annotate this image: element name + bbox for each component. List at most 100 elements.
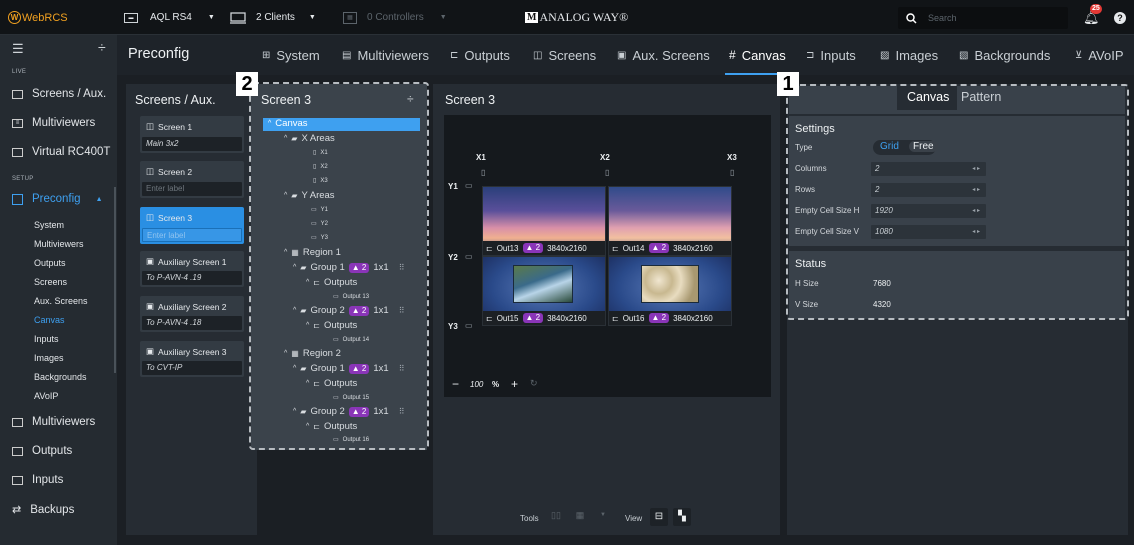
tile-output-name: Out15 xyxy=(496,313,519,323)
y-marker-icon[interactable]: ▭ xyxy=(465,181,473,190)
tile-resolution: 3840x2160 xyxy=(673,313,713,323)
brand-logo[interactable]: W WebRCS xyxy=(8,0,68,35)
output-icon: ⊏ xyxy=(486,243,493,253)
screen-card-2[interactable]: ◫ Screen 2 Enter label xyxy=(140,161,244,198)
highlight-frame-2 xyxy=(249,82,429,450)
preconfig-icon xyxy=(12,193,23,205)
sidebar-item-screens-aux[interactable]: Screens / Aux. xyxy=(12,88,106,100)
sidebar-sub-canvas[interactable]: Canvas xyxy=(34,315,65,325)
screen-card-label: Auxiliary Screen 1 xyxy=(158,256,227,267)
aux-screen-card-1[interactable]: ▣ Auxiliary Screen 1 To P-AVN-4 .19 xyxy=(140,251,244,287)
panel-title: Screens / Aux. xyxy=(135,93,216,107)
help-button[interactable]: ? xyxy=(1114,0,1126,35)
sidebar-item-label: Preconfig xyxy=(32,193,81,205)
screen-card-label: Screen 1 xyxy=(158,121,193,132)
x-marker-icon[interactable]: ▯ xyxy=(481,168,485,177)
sidebar-sub-outputs[interactable]: Outputs xyxy=(34,258,66,268)
sidebar-item-label: Virtual RC400T xyxy=(32,146,111,158)
sidebar-item-inputs[interactable]: Inputs xyxy=(12,474,63,486)
tab-label: Outputs xyxy=(464,47,510,63)
sidebar-item-label: Screens / Aux. xyxy=(32,88,107,100)
sidebar-scrollbar[interactable] xyxy=(114,187,116,373)
sidebar-sub-multiviewers[interactable]: Multiviewers xyxy=(34,239,84,249)
tab-images[interactable]: ▨ Images xyxy=(880,35,938,75)
output-icon xyxy=(12,446,23,456)
sidebar-item-multiviewers[interactable]: ≡ Multiviewers xyxy=(12,117,95,129)
logo-text: ANALOG WAY® xyxy=(539,10,629,24)
sidebar-sub-screens[interactable]: Screens xyxy=(34,277,67,287)
divide-icon[interactable]: ÷ xyxy=(98,39,106,55)
zoom-in-button[interactable]: + xyxy=(511,377,518,391)
y-marker-icon[interactable]: ▭ xyxy=(465,321,473,330)
sidebar-sub-inputs[interactable]: Inputs xyxy=(34,334,59,344)
sidebar-item-backups[interactable]: ⇄ Backups xyxy=(12,503,74,517)
aux-screen-icon: ▣ xyxy=(146,346,155,356)
search-placeholder: Search xyxy=(928,13,957,23)
output-tile-16[interactable]: ⊏ Out16 ▲ 2 3840x2160 xyxy=(608,256,732,326)
sidebar-sub-system[interactable]: System xyxy=(34,220,64,230)
screen-label-input[interactable]: To P-AVN-4 .18 xyxy=(142,316,242,330)
tool-2-icon[interactable]: ▦ xyxy=(572,510,588,524)
tab-outputs[interactable]: ⊏ Outputs xyxy=(450,35,510,75)
screen-card-1[interactable]: ◫ Screen 1 Main 3x2 xyxy=(140,116,244,153)
screen-label-input[interactable]: Enter label xyxy=(142,182,242,196)
layer-count-chip: ▲ 2 xyxy=(648,243,670,253)
clients-selector[interactable]: 2 Clients ▼ xyxy=(230,0,316,35)
sidebar-sub-images[interactable]: Images xyxy=(34,353,64,363)
x-marker-icon[interactable]: ▯ xyxy=(730,168,734,177)
view-layout-icon[interactable]: ⊟ xyxy=(650,508,668,526)
tab-aux-screens[interactable]: ▣ Aux. Screens xyxy=(617,35,710,75)
notifications-button[interactable]: 🔔︎ 25 xyxy=(1083,0,1102,35)
screen-card-label: Auxiliary Screen 3 xyxy=(158,346,227,357)
tab-canvas[interactable]: # Canvas xyxy=(729,35,786,75)
zoom-value[interactable]: 100 xyxy=(470,380,483,389)
tool-1-icon[interactable]: ▯▯ xyxy=(548,510,564,524)
output-tile-15[interactable]: ⊏ Out15 ▲ 2 3840x2160 xyxy=(482,256,606,326)
output-tile-13[interactable]: ⊏ Out13 ▲ 2 3840x2160 xyxy=(482,186,606,256)
tools-label: Tools xyxy=(520,514,539,523)
sidebar-item-virtual-rc400t[interactable]: Virtual RC400T xyxy=(12,146,110,158)
aux-screen-card-2[interactable]: ▣ Auxiliary Screen 2 To P-AVN-4 .18 xyxy=(140,296,244,332)
y-marker-icon[interactable]: ▭ xyxy=(465,252,473,261)
chevron-down-icon: ▼ xyxy=(207,14,215,21)
menu-collapse-icon[interactable]: ☰ xyxy=(12,41,24,57)
output-tile-14[interactable]: ⊏ Out14 ▲ 2 3840x2160 xyxy=(608,186,732,256)
reset-zoom-icon[interactable]: ↻ xyxy=(530,378,538,389)
x-marker-icon[interactable]: ▯ xyxy=(605,168,609,177)
sidebar-sub-backgrounds[interactable]: Backgrounds xyxy=(34,372,87,382)
chevron-down-icon[interactable]: ▼ xyxy=(600,512,606,518)
aux-screen-card-3[interactable]: ▣ Auxiliary Screen 3 To CVT-IP xyxy=(140,341,244,377)
screen-label-input[interactable]: Enter label xyxy=(142,228,242,242)
controllers-selector[interactable]: ▦ 0 Controllers ▼ xyxy=(343,0,447,35)
sidebar-item-label: Multiviewers xyxy=(32,416,96,428)
tile-resolution: 3840x2160 xyxy=(547,243,587,253)
screen-label-input[interactable]: To P-AVN-4 .19 xyxy=(142,271,242,285)
notification-count: 25 xyxy=(1090,4,1102,14)
sidebar-sub-avoip[interactable]: AVoIP xyxy=(34,391,58,401)
tab-backgrounds[interactable]: ▧ Backgrounds xyxy=(959,35,1050,75)
sidebar-sub-aux-screens[interactable]: Aux. Screens xyxy=(34,296,88,306)
tab-inputs[interactable]: ⊐ Inputs xyxy=(806,35,856,75)
sidebar-item-multiviewers-2[interactable]: Multiviewers xyxy=(12,416,95,428)
avoip-icon: ⊻ xyxy=(1075,49,1083,61)
chevron-up-icon: ▲ xyxy=(95,195,103,203)
tab-avoip[interactable]: ⊻ AVoIP xyxy=(1075,35,1124,75)
tile-resolution: 3840x2160 xyxy=(673,243,713,253)
view-grid-icon[interactable]: ▚ xyxy=(673,508,691,526)
chevron-down-icon: ▼ xyxy=(308,14,316,21)
sidebar-item-outputs[interactable]: Outputs xyxy=(12,445,72,457)
screen-card-3[interactable]: ◫ Screen 3 Enter label xyxy=(140,207,244,244)
screen-label-input[interactable]: Main 3x2 xyxy=(142,137,242,151)
zoom-out-button[interactable]: − xyxy=(452,377,459,391)
input-icon xyxy=(12,475,23,485)
search-input[interactable]: Search xyxy=(898,7,1068,29)
tab-system[interactable]: ⊞ System xyxy=(262,35,320,75)
y-label-2: Y2 xyxy=(448,253,458,262)
tab-multiviewers[interactable]: ▤ Multiviewers xyxy=(342,35,429,75)
device-selector[interactable]: ▬ AQL RS4 ▼ xyxy=(124,0,215,35)
screen-label-input[interactable]: To CVT-IP xyxy=(142,361,242,375)
tab-screens[interactable]: ◫ Screens xyxy=(533,35,596,75)
sidebar-item-preconfig[interactable]: Preconfig ▲ xyxy=(12,193,103,205)
aux-screen-icon: ▣ xyxy=(146,256,155,266)
search-icon xyxy=(906,12,917,24)
